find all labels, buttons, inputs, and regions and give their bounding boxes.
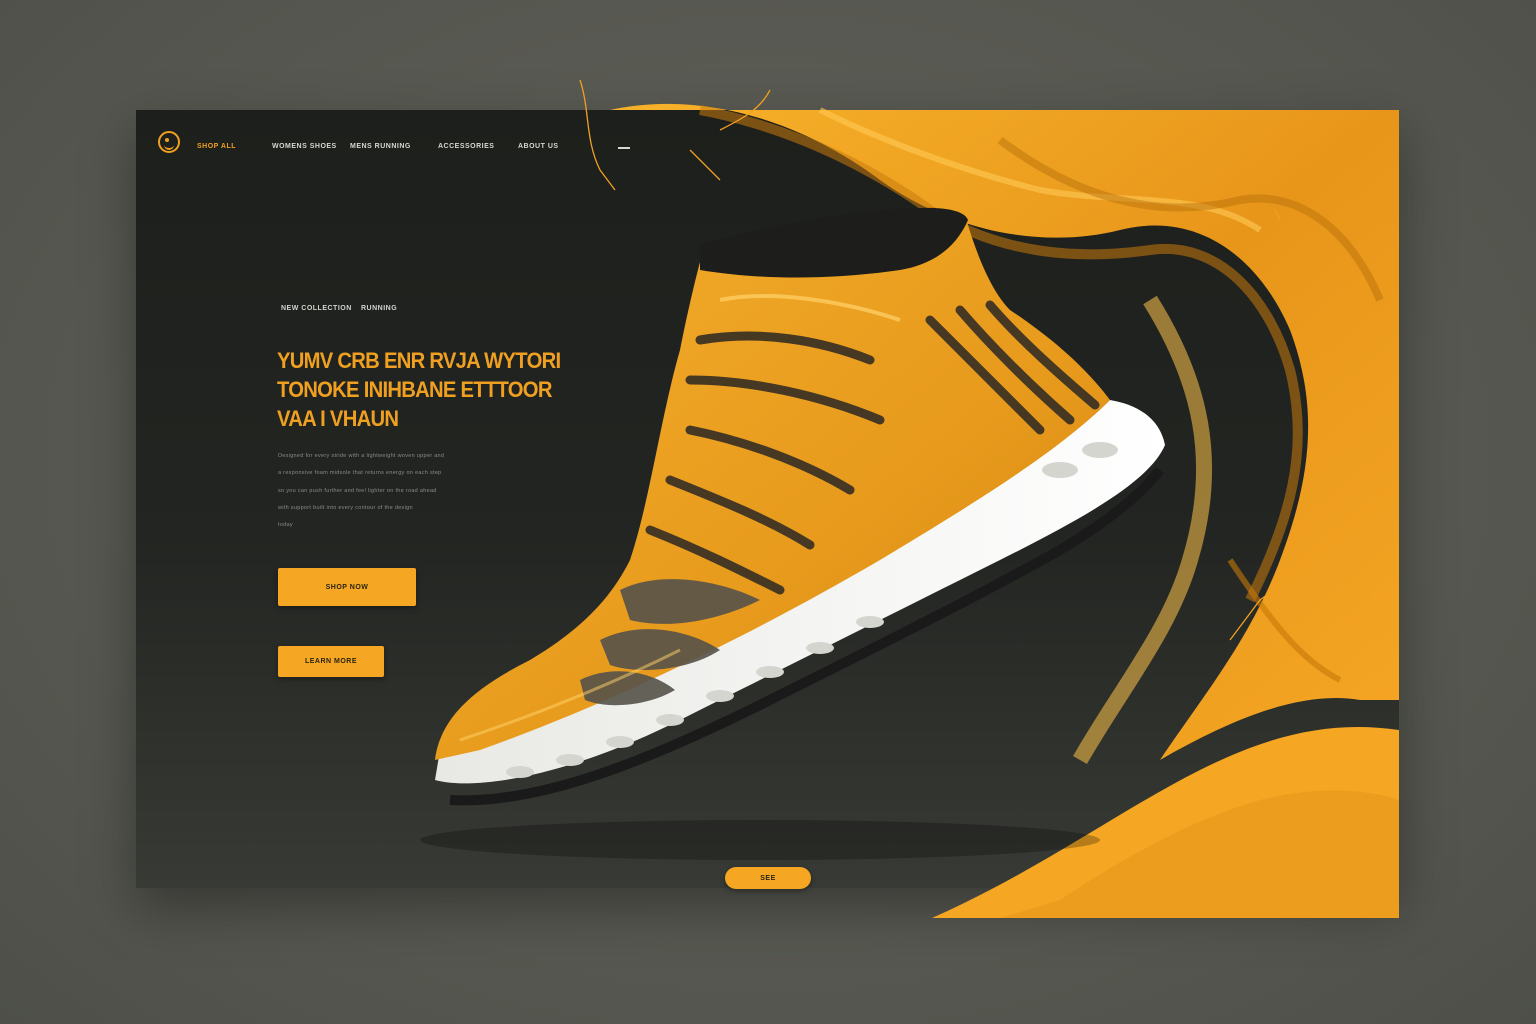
nav-item-accessories[interactable]: ACCESSORIES (438, 143, 494, 150)
description-line: a responsive foam midsole that returns e… (278, 470, 442, 477)
page-stage: SHOP ALL WOMENS SHOES MENS RUNNING ACCES… (0, 0, 1536, 1024)
headline-line: VAA I VHAUN (277, 406, 399, 431)
headline-line: YUMV CRB ENR RVJA WYTORI (277, 348, 561, 373)
nav-item-shop-all[interactable]: SHOP ALL (197, 143, 236, 150)
hero-headline: YUMV CRB ENR RVJA WYTORI TONOKE INIHBANE… (277, 346, 561, 433)
hero-description: Designed for every stride with a lightwe… (278, 448, 528, 534)
description-line: so you can push further and feel lighter… (278, 487, 437, 494)
nav-item-about[interactable]: ABOUT US (518, 143, 559, 150)
headline-line: TONOKE INIHBANE ETTTOOR (277, 377, 552, 402)
nav-item-mens[interactable]: MENS RUNNING (350, 143, 411, 150)
menu-icon[interactable] (618, 147, 630, 149)
eyebrow-collection: NEW COLLECTION (281, 305, 352, 312)
nav-item-womens[interactable]: WOMENS SHOES (272, 143, 337, 150)
shop-now-button[interactable]: SHOP NOW (278, 568, 416, 606)
description-line: Designed for every stride with a lightwe… (278, 453, 445, 459)
brand-logo-icon[interactable] (158, 131, 180, 153)
description-line: with support built into every contour of… (278, 504, 413, 511)
learn-more-button[interactable]: LEARN MORE (278, 646, 384, 677)
description-line: today (278, 522, 293, 529)
scroll-button[interactable]: SEE (725, 867, 811, 889)
eyebrow-category: RUNNING (361, 305, 398, 312)
